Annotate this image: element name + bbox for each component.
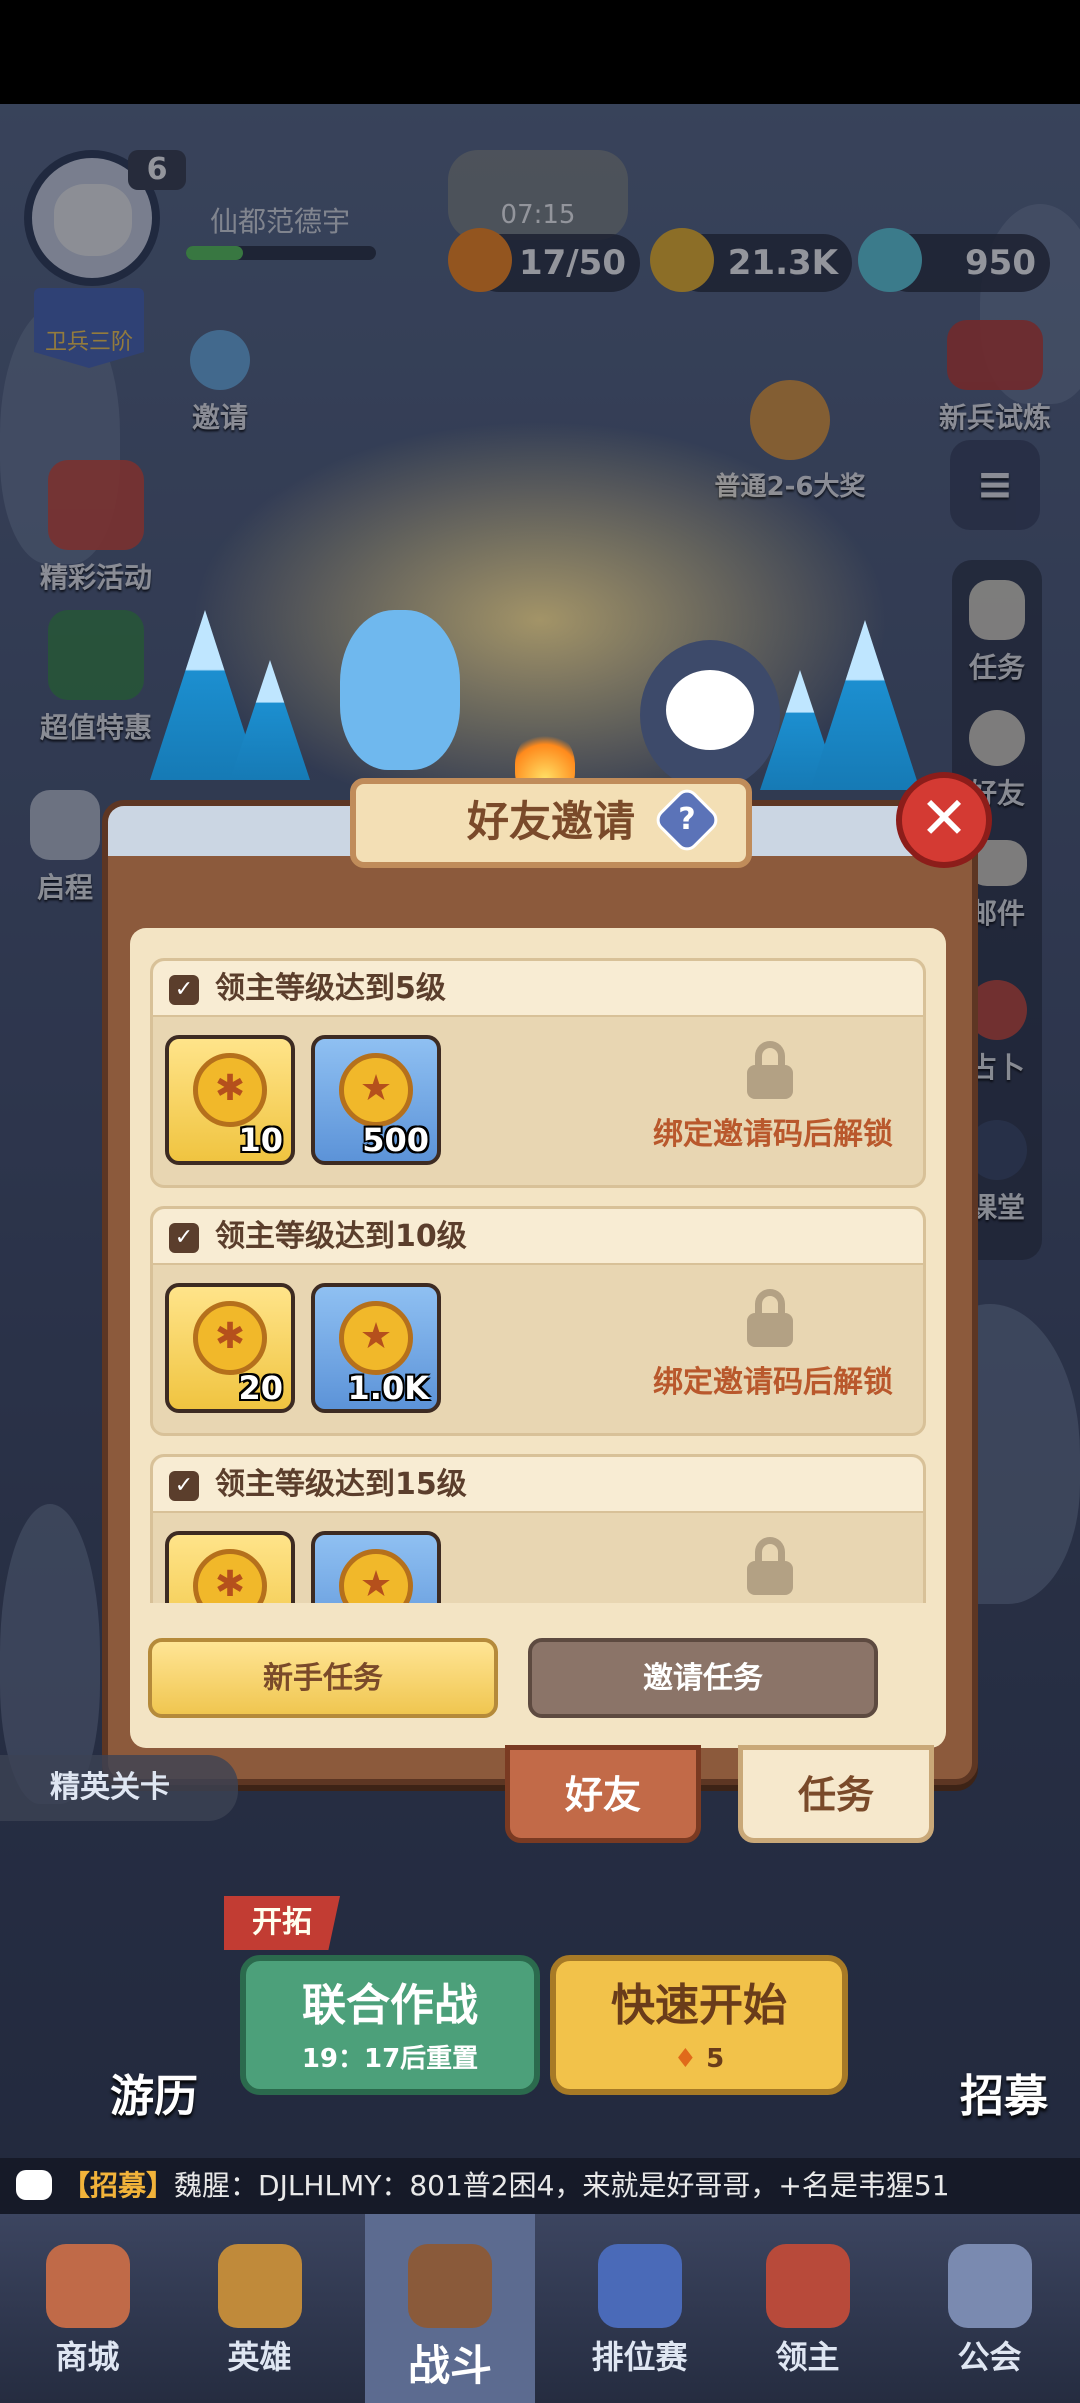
lock-icon: [747, 1289, 793, 1347]
shop-icon: [45, 2244, 130, 2328]
lock-icon: [747, 1537, 793, 1595]
reward-coin[interactable]: ★: [311, 1531, 441, 1603]
unlock-status: 绑定邀请码后解锁: [653, 1117, 893, 1152]
banner-icon: [765, 2244, 850, 2328]
guild-icon: [947, 2244, 1032, 2328]
checkbox-icon: ✓: [169, 1223, 199, 1253]
invite-tasks-button[interactable]: 邀请任务: [528, 1638, 878, 1718]
tab-friends[interactable]: 好友: [505, 1745, 701, 1843]
unlock-status: 绑定邀请码后解锁: [653, 1365, 893, 1400]
bottom-nav: 商城 英雄 战斗 排位赛 领主 公会: [0, 2214, 1080, 2403]
task-content: ✓ 领主等级达到5级 ✱ 10 ★ 500 绑定邀请码后解锁 ✓ 领主等级达到1…: [130, 928, 946, 1748]
snow-tree-icon: [810, 620, 920, 790]
key-icon: ✱: [193, 1549, 267, 1603]
shield-icon: [597, 2244, 682, 2328]
coin-icon: ★: [339, 1053, 413, 1127]
reward-key[interactable]: ✱ 10: [165, 1035, 295, 1165]
coin-icon: ★: [339, 1301, 413, 1375]
task-item: ✓ 领主等级达到10级 ✱ 20 ★ 1.0K 绑定邀请码后解锁: [150, 1206, 926, 1436]
hero-card-icon: [217, 2244, 302, 2328]
task-list[interactable]: ✓ 领主等级达到5级 ✱ 10 ★ 500 绑定邀请码后解锁 ✓ 领主等级达到1…: [150, 958, 926, 1603]
key-icon: ✱: [193, 1301, 267, 1375]
game-screen: 6 卫兵三阶 仙都范德宇 07:15 17/50 21.3K 950 邀请 精彩…: [0, 0, 1080, 2403]
task-title: 领主等级达到15级: [215, 1467, 467, 1502]
tab-tasks[interactable]: 任务: [738, 1745, 934, 1843]
nav-shop[interactable]: 商城: [20, 2214, 155, 2403]
expand-label: 开拓: [224, 1896, 340, 1950]
lock-icon: [747, 1041, 793, 1099]
nav-lord[interactable]: 领主: [740, 2214, 875, 2403]
reward-key[interactable]: ✱ 20: [165, 1283, 295, 1413]
status-bar: [0, 0, 1080, 104]
coop-battle-button[interactable]: 联合作战 19：17后重置: [240, 1955, 540, 2095]
snow-tree-icon: [230, 660, 310, 780]
key-icon: ✱: [193, 1053, 267, 1127]
reward-coin[interactable]: ★ 500: [311, 1035, 441, 1165]
chat-ticker[interactable]: 【招募】魏腥：DJLHLMY：801普2困4，来就是好哥哥，+名是韦猩51: [0, 2158, 1080, 2214]
nav-hero[interactable]: 英雄: [192, 2214, 327, 2403]
task-title: 领主等级达到5级: [215, 971, 446, 1006]
coin-icon: ★: [339, 1549, 413, 1603]
flame-icon: ♦: [673, 2044, 698, 2074]
penguin-character: [640, 640, 780, 790]
nav-rank[interactable]: 排位赛: [572, 2214, 707, 2403]
elite-stage-button[interactable]: 精英关卡: [0, 1755, 238, 1821]
nav-guild[interactable]: 公会: [922, 2214, 1057, 2403]
novice-tasks-button[interactable]: 新手任务: [148, 1638, 498, 1718]
close-button[interactable]: ✕: [896, 772, 992, 868]
swords-icon: [408, 2244, 492, 2328]
task-title: 领主等级达到10级: [215, 1219, 467, 1254]
reward-coin[interactable]: ★ 1.0K: [311, 1283, 441, 1413]
task-item: ✓ 领主等级达到5级 ✱ 10 ★ 500 绑定邀请码后解锁: [150, 958, 926, 1188]
reward-key[interactable]: ✱: [165, 1531, 295, 1603]
chat-icon: [16, 2170, 52, 2200]
checkbox-icon: ✓: [169, 975, 199, 1005]
checkbox-icon: ✓: [169, 1471, 199, 1501]
quick-start-button[interactable]: 快速开始 ♦ 5: [550, 1955, 848, 2095]
travel-button[interactable]: 游历: [110, 2060, 198, 2124]
task-item: ✓ 领主等级达到15级 ✱ ★: [150, 1454, 926, 1603]
nav-battle[interactable]: 战斗: [365, 2214, 535, 2403]
recruit-button[interactable]: 招募: [960, 2060, 1048, 2124]
snowman-character: [340, 610, 460, 770]
